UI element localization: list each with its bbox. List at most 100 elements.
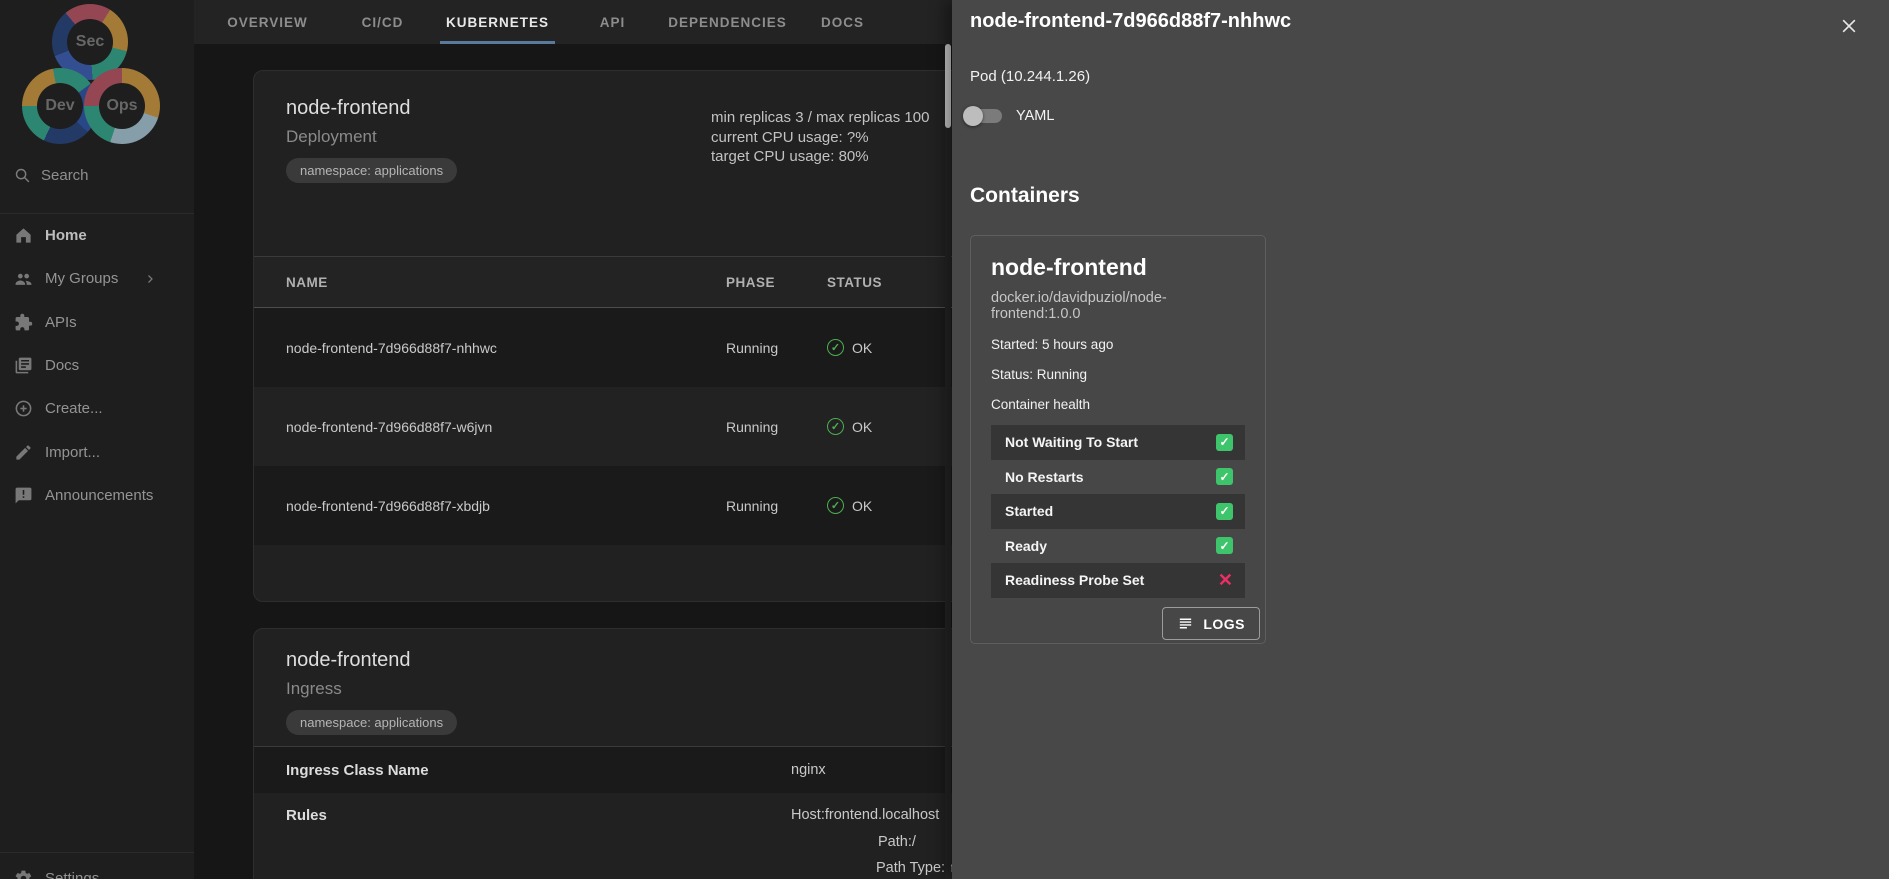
column-header-phase: PHASE xyxy=(726,275,827,290)
health-label: Ready xyxy=(1005,538,1047,554)
container-card: node-frontend docker.io/davidpuziol/node… xyxy=(970,235,1266,644)
tab-overview[interactable]: OVERVIEW xyxy=(210,0,325,44)
sidebar-item-label: Docs xyxy=(45,357,79,374)
main-scrollbar-track[interactable] xyxy=(945,44,951,879)
yaml-toggle-label: YAML xyxy=(1016,108,1054,124)
tab-api[interactable]: API xyxy=(555,0,670,44)
logs-icon xyxy=(1177,615,1194,632)
target-cpu-info: target CPU usage: 80% xyxy=(711,147,929,167)
pod-name: node-frontend-7d966d88f7-w6jvn xyxy=(254,419,726,435)
plus-circle-icon xyxy=(14,399,33,418)
container-status: Status: Running xyxy=(991,367,1245,382)
namespace-chip: namespace: applications xyxy=(286,710,457,735)
dev-label: Dev xyxy=(37,83,83,129)
drawer-subtitle: Pod (10.244.1.26) xyxy=(970,68,1090,85)
sidebar-item-settings[interactable]: Settings xyxy=(0,861,194,879)
checkbox-check-icon: ✓ xyxy=(1216,434,1233,451)
puzzle-icon xyxy=(14,313,33,332)
sidebar-nav: Home My Groups APIs xyxy=(0,214,194,517)
pod-status-label: OK xyxy=(852,419,872,435)
checkbox-check-icon: ✓ xyxy=(1216,537,1233,554)
replicas-info: min replicas 3 / max replicas 100 xyxy=(711,108,929,128)
search-icon xyxy=(14,167,31,184)
x-mark-icon: ✕ xyxy=(1218,572,1233,589)
pod-name: node-frontend-7d966d88f7-xbdjb xyxy=(254,498,726,514)
docs-icon xyxy=(14,356,33,375)
sidebar-item-label: APIs xyxy=(45,314,77,331)
pod-phase: Running xyxy=(726,419,827,435)
tab-dependencies[interactable]: DEPENDENCIES xyxy=(670,0,785,44)
container-image: docker.io/davidpuziol/node-frontend:1.0.… xyxy=(991,290,1245,322)
chevron-right-icon xyxy=(144,273,156,285)
container-health-heading: Container health xyxy=(991,397,1245,412)
sidebar-item-home[interactable]: Home xyxy=(0,214,194,257)
container-name: node-frontend xyxy=(991,254,1245,281)
gear-icon xyxy=(14,869,33,879)
health-label: No Restarts xyxy=(1005,469,1084,485)
sidebar-item-label: Home xyxy=(45,227,87,244)
sidebar-item-apis[interactable]: APIs xyxy=(0,301,194,344)
rule-path: Path:/ xyxy=(878,834,916,850)
ingress-rules-label: Rules xyxy=(254,807,327,824)
current-cpu-info: current CPU usage: ?% xyxy=(711,128,929,148)
main-scrollbar-thumb[interactable] xyxy=(945,44,951,128)
ingress-class-label: Ingress Class Name xyxy=(254,762,429,779)
sidebar-item-import[interactable]: Import... xyxy=(0,430,194,473)
column-header-name: NAME xyxy=(254,275,726,290)
pod-status-label: OK xyxy=(852,498,872,514)
pod-phase: Running xyxy=(726,340,827,356)
health-row: Started ✓ xyxy=(991,494,1245,529)
health-row: Ready ✓ xyxy=(991,529,1245,564)
close-icon[interactable] xyxy=(1839,16,1859,36)
sec-label: Sec xyxy=(67,19,113,65)
container-health-list: Not Waiting To Start ✓ No Restarts ✓ Sta… xyxy=(991,425,1245,598)
health-label: Not Waiting To Start xyxy=(1005,434,1138,450)
checkbox-check-icon: ✓ xyxy=(1216,503,1233,520)
ops-label: Ops xyxy=(99,83,145,129)
yaml-toggle-row[interactable]: YAML xyxy=(966,108,1054,124)
sidebar-item-announcements[interactable]: Announcements xyxy=(0,474,194,517)
health-row: Not Waiting To Start ✓ xyxy=(991,425,1245,460)
check-circle-icon: ✓ xyxy=(827,497,844,514)
sidebar-bottom-divider xyxy=(0,852,194,853)
hpa-metrics: min replicas 3 / max replicas 100 curren… xyxy=(711,108,929,167)
tab-docs[interactable]: DOCS xyxy=(785,0,900,44)
pod-status-label: OK xyxy=(852,340,872,356)
rule-host: Host:frontend.localhost xyxy=(791,807,939,823)
logs-button-label: LOGS xyxy=(1203,616,1245,632)
sidebar-item-label: Announcements xyxy=(45,487,153,504)
check-circle-icon: ✓ xyxy=(827,418,844,435)
health-label: Readiness Probe Set xyxy=(1005,572,1144,588)
yaml-toggle-switch[interactable] xyxy=(966,109,1002,123)
sidebar-item-my-groups[interactable]: My Groups xyxy=(0,257,194,300)
sidebar-search[interactable]: Search xyxy=(0,158,194,192)
health-label: Started xyxy=(1005,503,1053,519)
app-window: Sec Dev Ops Search Home xyxy=(0,0,1889,879)
sidebar-item-label: My Groups xyxy=(45,270,118,287)
home-icon xyxy=(14,226,33,245)
logs-button[interactable]: LOGS xyxy=(1162,607,1260,640)
sidebar-item-docs[interactable]: Docs xyxy=(0,344,194,387)
drawer-title: node-frontend-7d966d88f7-nhhwc xyxy=(970,10,1291,33)
namespace-chip: namespace: applications xyxy=(286,158,457,183)
tab-kubernetes[interactable]: KUBERNETES xyxy=(440,0,555,44)
pod-details-drawer: node-frontend-7d966d88f7-nhhwc Pod (10.2… xyxy=(952,0,1889,879)
devsecops-logo: Sec Dev Ops xyxy=(10,4,184,154)
pencil-icon xyxy=(14,443,33,462)
ingress-class-value: nginx xyxy=(791,762,826,778)
tab-cicd[interactable]: CI/CD xyxy=(325,0,440,44)
sidebar-item-create[interactable]: Create... xyxy=(0,387,194,430)
sidebar-item-label: Settings xyxy=(45,870,99,879)
health-row: Readiness Probe Set ✕ xyxy=(991,563,1245,598)
check-circle-icon: ✓ xyxy=(827,339,844,356)
announcement-icon xyxy=(14,486,33,505)
ops-ring: Ops xyxy=(84,68,160,144)
sidebar-item-label: Import... xyxy=(45,444,100,461)
sidebar-search-label: Search xyxy=(41,167,89,184)
toggle-knob xyxy=(963,106,983,126)
containers-heading: Containers xyxy=(970,184,1080,208)
pod-name: node-frontend-7d966d88f7-nhhwc xyxy=(254,340,726,356)
groups-icon xyxy=(14,269,33,288)
health-row: No Restarts ✓ xyxy=(991,460,1245,495)
sidebar: Sec Dev Ops Search Home xyxy=(0,0,194,879)
